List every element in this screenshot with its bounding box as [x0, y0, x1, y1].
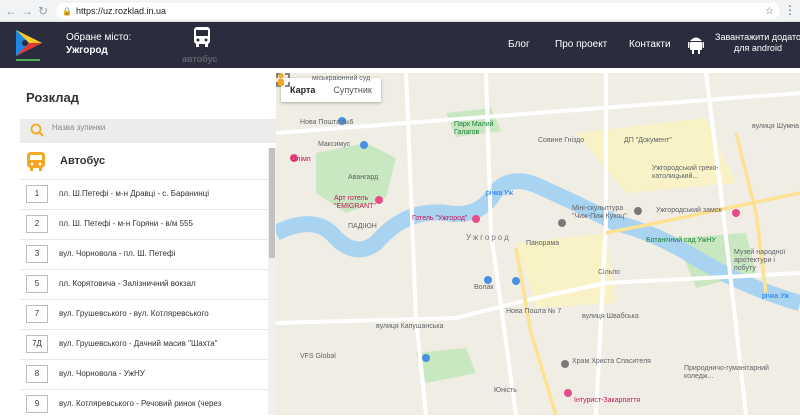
- nav-about[interactable]: Про проект: [555, 39, 607, 50]
- route-name: вул. Грушевського - Дачний масив "Шахта": [59, 339, 218, 348]
- route-number: 5: [26, 275, 48, 293]
- map-label: Панорама: [526, 240, 560, 247]
- map-label: Совине Гніздо: [538, 137, 585, 144]
- browser-toolbar: ← → ↻ 🔒 https://uz.rozklad.in.ua ☆ ⋮: [0, 0, 800, 22]
- route-number: 7: [26, 305, 48, 323]
- map-label: Музей народної архітектури і побуту: [734, 249, 786, 272]
- route-number: 1: [26, 185, 48, 203]
- route-number: 8: [26, 365, 48, 383]
- stop-search-input[interactable]: [52, 123, 252, 132]
- pegman-icon[interactable]: [276, 73, 286, 89]
- map-label: Арт готель "EMIGRANT": [334, 195, 376, 210]
- map-label: Нова Пошта № 7: [506, 308, 562, 315]
- transport-type-label: Автобус: [60, 155, 106, 167]
- menu-icon[interactable]: ⋮: [784, 4, 796, 16]
- city-prefix: Обране місто:: [66, 32, 132, 43]
- scrollbar-thumb[interactable]: [269, 148, 275, 258]
- address-bar[interactable]: 🔒 https://uz.rozklad.in.ua ☆: [56, 3, 780, 19]
- star-icon[interactable]: ☆: [765, 6, 774, 17]
- route-number: 7Д: [26, 335, 48, 353]
- stop-search[interactable]: [20, 119, 276, 143]
- map-label: міськраіонний суд: [312, 75, 371, 82]
- search-icon: [30, 123, 44, 137]
- android-line2: для android: [734, 43, 782, 53]
- map-label: Нова Пошта №6: [300, 119, 354, 126]
- route-item[interactable]: 2 пл. Ш. Петефі - м-н Горяни - в/м 555: [20, 209, 268, 239]
- map-label: VFS Global: [300, 353, 336, 360]
- route-name: пл. Ш. Петефі - м-н Горяни - в/м 555: [59, 219, 193, 228]
- map-label: річка Уж: [762, 293, 790, 300]
- map-label: Авангард: [348, 174, 379, 181]
- route-name: вул. Чорновола - пл. Ш. Петефі: [59, 249, 176, 258]
- route-name: вул. Котляревського - Речовий ринок (чер…: [59, 399, 222, 408]
- selected-city[interactable]: Обране місто: Ужгород: [66, 31, 131, 57]
- bus-icon: [194, 27, 210, 47]
- map-label: Інтурист-Закарпаття: [574, 397, 641, 404]
- map-label: Природничо-гуманітарний коледж...: [684, 365, 769, 380]
- route-item[interactable]: 5 пл. Корятовича - Залізничний вокзал: [20, 269, 268, 299]
- map-label: Волак: [474, 284, 494, 291]
- route-item[interactable]: 7Д вул. Грушевського - Дачний масив "Шахт…: [20, 329, 268, 359]
- android-text: Завантажити додато для android: [710, 32, 800, 54]
- map-label: Храм Христа Спасителя: [572, 358, 651, 365]
- map-label: Парк Малий Галагов: [454, 121, 494, 136]
- map-label: Міні-скульптура "Чиж-Пиж Кукоц": [572, 205, 627, 220]
- city-name: Ужгород: [66, 45, 108, 56]
- map-label: Юність: [494, 387, 517, 394]
- routes-list: 1 пл. Ш.Петефі - м-н Дравці - с. Баранинц…: [20, 179, 268, 419]
- map-label: ПАДІЮН: [348, 223, 377, 230]
- schedule-sidebar: Розклад Автобус 1 пл. Ш.Петефі - м-н Драв…: [0, 73, 276, 415]
- map-label: Ботанічний сад УжНУ: [646, 237, 716, 244]
- route-item[interactable]: 3 вул. Чорновола - пл. Ш. Петефі: [20, 239, 268, 269]
- map-label: Готель "Ужгород": [412, 215, 468, 222]
- route-number: 9: [26, 395, 48, 413]
- route-item[interactable]: 7 вул. Грушевського - вул. Котляревського: [20, 299, 268, 329]
- map-label: Максимус: [318, 141, 351, 148]
- map-label: Олімп: [291, 156, 311, 163]
- map-label: Ужгородський замок: [656, 207, 722, 214]
- route-item[interactable]: 1 пл. Ш.Петефі - м-н Дравці - с. Баранинц…: [20, 179, 268, 209]
- map-label: річка Уж: [486, 190, 514, 197]
- map-view[interactable]: Карта Супутник міськраіонний суд Нова По…: [276, 73, 800, 415]
- map-label: Сільпо: [598, 269, 621, 276]
- android-line1: Завантажити додато: [715, 32, 800, 42]
- map-label: вулиця Капушанська: [376, 323, 444, 330]
- sidebar-title: Розклад: [26, 90, 79, 105]
- map-label: Ужгородський греко-католицький...: [652, 165, 719, 180]
- route-name: вул. Грушевського - вул. Котляревського: [59, 309, 209, 318]
- url-text: https://uz.rozklad.in.ua: [75, 6, 167, 16]
- lock-icon: 🔒: [62, 6, 72, 16]
- android-icon: [688, 37, 704, 54]
- transport-mode-bus[interactable]: автобус: [182, 26, 222, 64]
- route-number: 2: [26, 215, 48, 233]
- route-name: пл. Корятовича - Залізничний вокзал: [59, 279, 196, 288]
- bus-icon: [27, 152, 45, 171]
- reload-icon[interactable]: ↻: [34, 2, 52, 20]
- map-label: вулиця Шумна: [752, 123, 800, 130]
- mode-label: автобус: [182, 54, 218, 64]
- sidebar-scrollbar[interactable]: [268, 148, 276, 415]
- route-item[interactable]: 8 вул. Чорновола - УжНУ: [20, 359, 268, 389]
- site-header: Обране місто: Ужгород автобус Блог Про п…: [0, 22, 800, 68]
- nav-contacts[interactable]: Контакти: [629, 39, 671, 50]
- nav-blog[interactable]: Блог: [508, 39, 530, 50]
- map-label: вулиця Швабська: [582, 313, 639, 320]
- route-name: пл. Ш.Петефі - м-н Дравці - с. Баранинці: [59, 189, 209, 198]
- route-name: вул. Чорновола - УжНУ: [59, 369, 145, 378]
- route-number: 3: [26, 245, 48, 263]
- map-label: ДП "Документ": [624, 137, 672, 144]
- site-logo[interactable]: [12, 26, 48, 64]
- map-label: Ужгород: [466, 233, 511, 242]
